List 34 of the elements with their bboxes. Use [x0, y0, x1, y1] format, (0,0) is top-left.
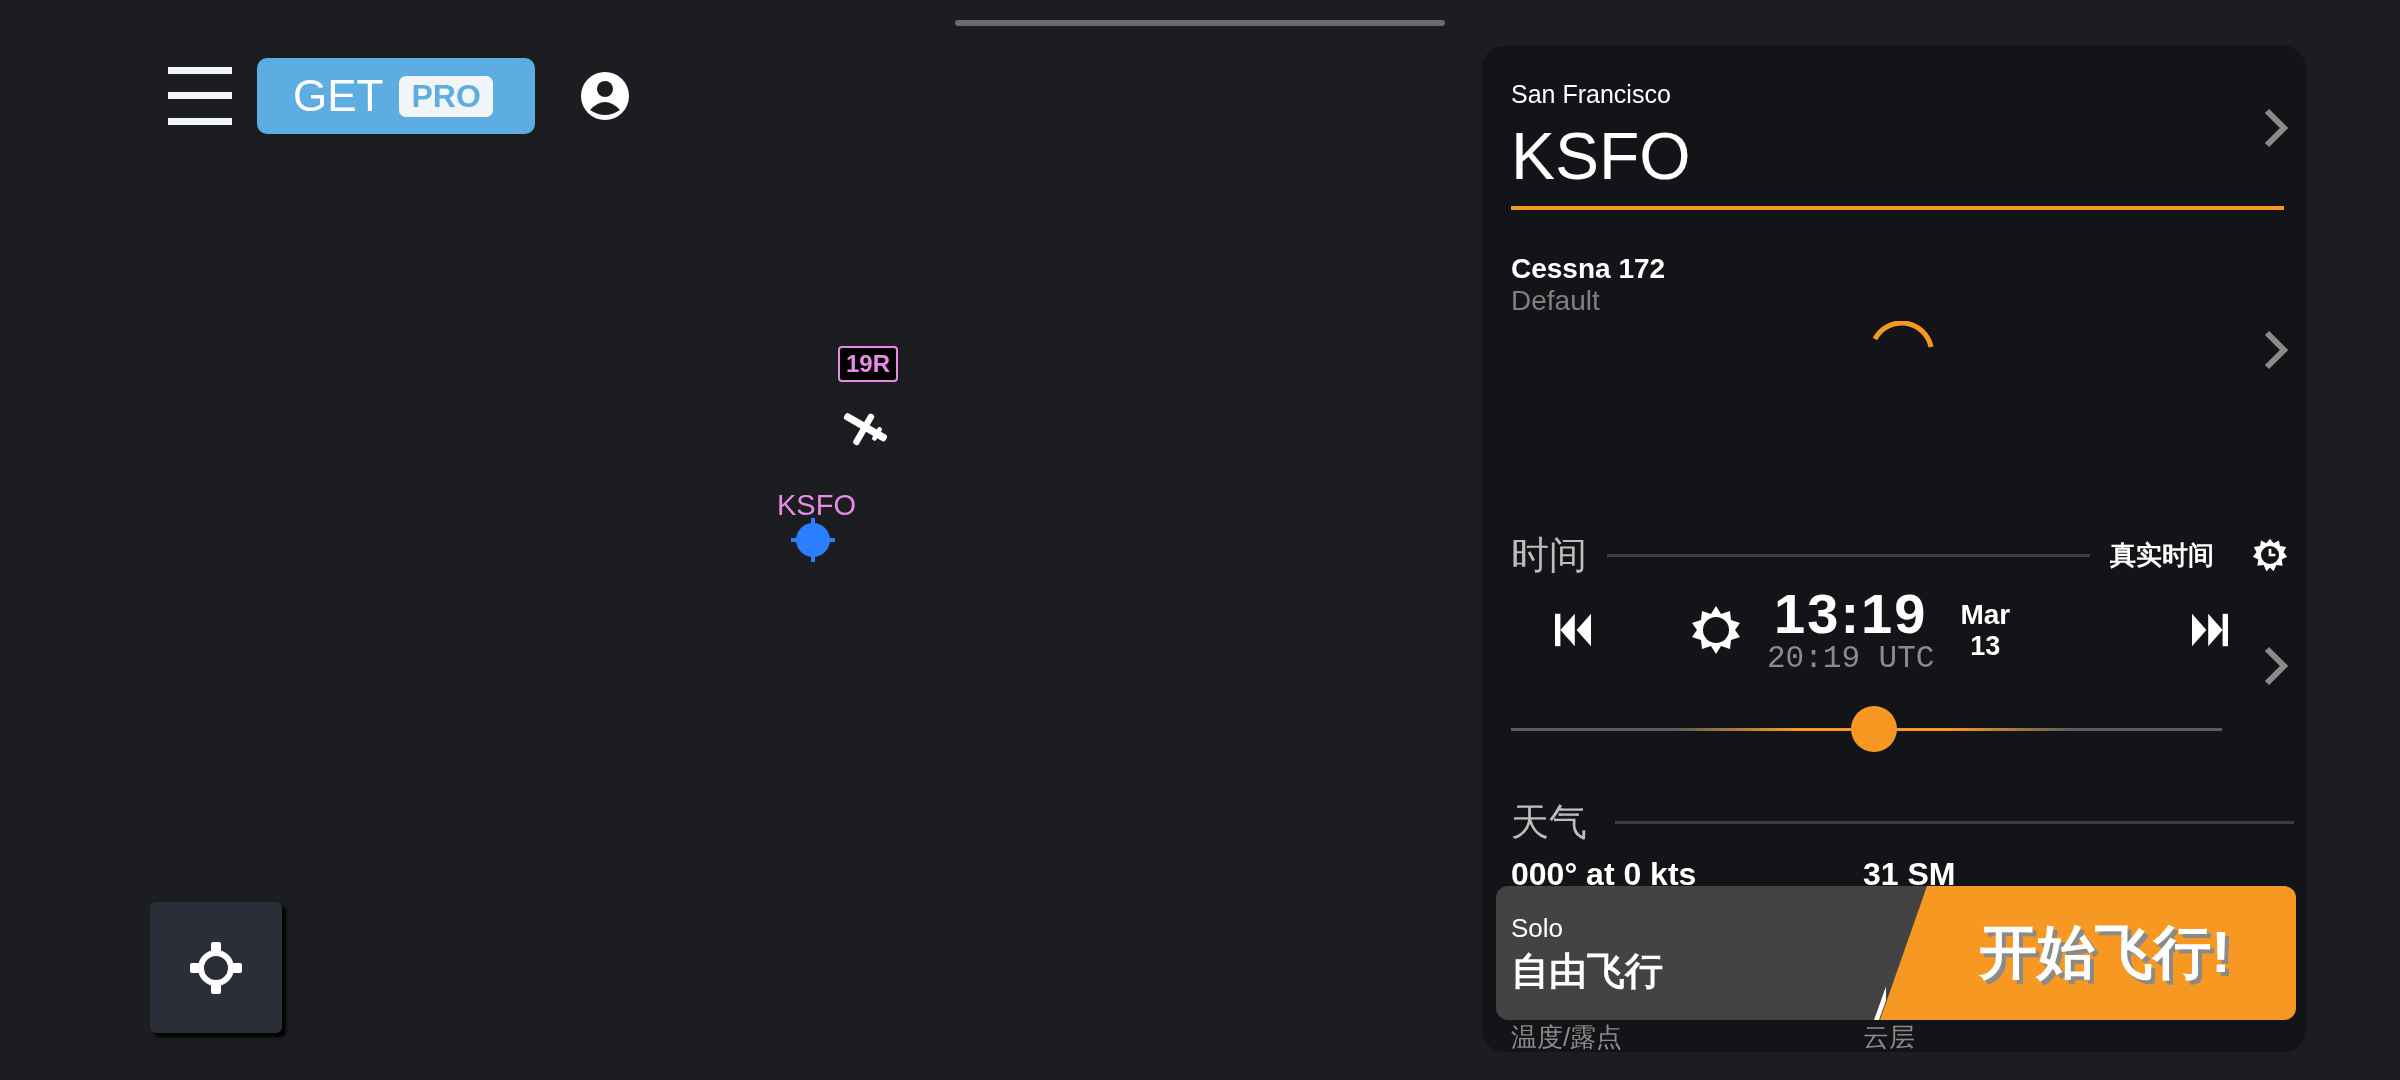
real-time-label[interactable]: 真实时间 [2110, 537, 2214, 573]
skip-forward-icon[interactable] [2192, 613, 2228, 647]
weather-label: 云层 [1863, 1022, 1915, 1052]
mode-name: 自由飞行 [1511, 949, 1663, 994]
section-heading: 时间 [1511, 532, 1587, 578]
city-name: San Francisco [1511, 79, 1672, 110]
airport-label: KSFO [777, 489, 856, 522]
aircraft-name[interactable]: Cessna 172 [1511, 253, 2264, 285]
date-month: Mar [1960, 598, 2011, 631]
drag-handle[interactable] [955, 20, 1445, 26]
aircraft-livery: Default [1511, 285, 1601, 317]
utc-time: 20:19 UTC [1767, 643, 1935, 675]
airport-code[interactable]: KSFO [1511, 110, 2284, 210]
airport-marker-icon [791, 518, 835, 562]
section-heading: 天气 [1511, 799, 1587, 845]
profile-icon[interactable] [580, 72, 629, 120]
sun-icon[interactable] [1691, 605, 1741, 655]
chevron-right-icon[interactable] [2264, 646, 2288, 686]
chevron-right-icon[interactable] [2264, 330, 2288, 370]
start-bar[interactable]: Solo 自由飞行 开始飞行! [1496, 886, 2296, 1020]
date-day: 13 [1970, 630, 2001, 662]
runway-label: 19R [838, 346, 899, 382]
crosshair-icon [188, 939, 244, 996]
mode-label: Solo [1511, 912, 1565, 945]
pro-badge: PRO [399, 75, 493, 117]
chevron-right-icon[interactable] [2264, 108, 2288, 148]
local-time: 13:19 [1774, 585, 1928, 643]
skip-back-icon[interactable] [1555, 613, 1591, 647]
time-slider[interactable] [1511, 706, 2222, 752]
locate-button[interactable] [150, 902, 282, 1033]
slider-thumb[interactable] [1850, 706, 1897, 752]
clock-gear-icon[interactable] [2252, 537, 2288, 573]
menu-icon[interactable] [168, 67, 232, 125]
weather-label: 温度/露点 [1511, 1022, 1624, 1052]
